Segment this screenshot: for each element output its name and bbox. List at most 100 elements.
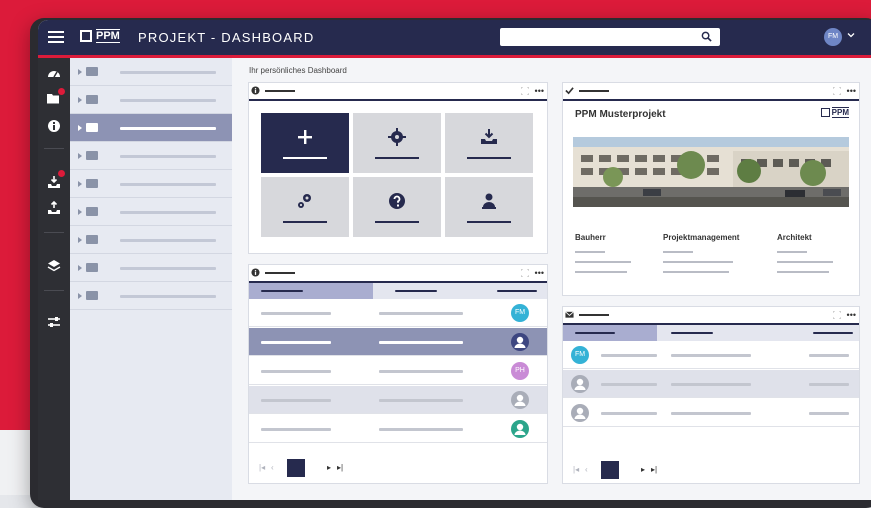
expand-icon[interactable]	[521, 269, 529, 277]
chevron-right-icon[interactable]	[78, 265, 82, 271]
table-row[interactable]	[563, 370, 859, 398]
prev-page-icon[interactable]: ‹	[585, 465, 588, 474]
chevron-right-icon[interactable]	[78, 293, 82, 299]
table-row[interactable]	[249, 386, 547, 414]
first-page-icon[interactable]: |◂	[573, 465, 579, 474]
column-header[interactable]	[249, 283, 373, 299]
expand-icon[interactable]	[833, 311, 841, 319]
column-header[interactable]	[563, 325, 657, 341]
more-icon[interactable]: •••	[847, 86, 856, 96]
chevron-right-icon[interactable]	[78, 181, 82, 187]
last-page-icon[interactable]: ▸|	[651, 465, 657, 474]
user-avatar-icon[interactable]	[511, 391, 529, 409]
current-page[interactable]	[287, 459, 305, 477]
pagination: |◂ ‹ ▸ ▸|	[563, 461, 859, 481]
tile-label	[375, 157, 419, 159]
pagination: |◂ ‹ ▸ ▸|	[249, 459, 547, 479]
app-screen: PPM PROJEKT - DASHBOARD FM Ihr persönlic…	[38, 20, 871, 500]
tile-add[interactable]	[261, 113, 349, 173]
last-page-icon[interactable]: ▸|	[337, 463, 343, 472]
first-page-icon[interactable]: |◂	[259, 463, 265, 472]
messages-table-widget: ••• FM |◂ ‹ ▸ ▸|	[562, 306, 860, 484]
table-cell	[379, 428, 463, 431]
tree-item-label	[120, 155, 216, 158]
next-page-icon[interactable]: ▸	[327, 463, 331, 472]
chevron-right-icon[interactable]	[78, 125, 82, 131]
widget-header: •••	[249, 265, 547, 283]
app-logo[interactable]: PPM	[80, 29, 120, 43]
info-icon[interactable]	[46, 118, 62, 134]
tree-item[interactable]	[70, 58, 232, 86]
tree-item[interactable]	[70, 170, 232, 198]
icon-separator	[44, 148, 64, 149]
tile-label	[283, 221, 327, 223]
prev-page-icon[interactable]: ‹	[271, 463, 274, 472]
column-header[interactable]	[373, 283, 547, 299]
table-cell	[809, 354, 849, 357]
project-tree	[70, 58, 232, 500]
avatar[interactable]: PH	[511, 362, 529, 380]
avatar[interactable]: FM	[511, 304, 529, 322]
info-line	[777, 271, 829, 273]
tile-users[interactable]	[445, 177, 533, 237]
contacts-table-widget: ••• FM PH |◂ ‹ ▸ ▸|	[248, 264, 548, 484]
next-page-icon[interactable]: ▸	[641, 465, 645, 474]
tile-download[interactable]	[445, 113, 533, 173]
logo-text: PPM	[831, 107, 849, 118]
layers-icon[interactable]	[46, 258, 62, 274]
chevron-right-icon[interactable]	[78, 237, 82, 243]
logo-mark	[80, 30, 92, 42]
tree-item[interactable]	[70, 226, 232, 254]
project-widget: ••• PPM Musterprojekt PPM Bauherr Projek…	[562, 82, 860, 296]
mail-icon	[565, 311, 574, 318]
tree-item[interactable]	[70, 86, 232, 114]
tile-settings[interactable]	[353, 113, 441, 173]
user-avatar-icon[interactable]	[511, 333, 529, 351]
gear-icon	[388, 128, 406, 146]
inbox-upload-icon[interactable]	[46, 200, 62, 216]
table-cell	[379, 312, 463, 315]
sliders-icon[interactable]	[46, 314, 62, 330]
table-row[interactable]: PH	[249, 357, 547, 385]
tree-item-label	[120, 71, 216, 74]
info-line	[777, 251, 807, 253]
table-cell	[601, 383, 657, 386]
chevron-right-icon[interactable]	[78, 97, 82, 103]
user-avatar-icon[interactable]	[571, 375, 589, 393]
search-icon[interactable]	[701, 31, 712, 42]
table-row[interactable]	[563, 399, 859, 427]
chevron-down-icon[interactable]	[847, 31, 855, 39]
project-logo: PPM	[820, 107, 849, 118]
chevron-right-icon[interactable]	[78, 69, 82, 75]
tree-item[interactable]	[70, 142, 232, 170]
table-row[interactable]: FM	[249, 299, 547, 327]
tree-item-active[interactable]	[70, 114, 232, 142]
tree-item[interactable]	[70, 254, 232, 282]
table-row[interactable]	[249, 415, 547, 443]
expand-icon[interactable]	[521, 87, 529, 95]
user-avatar-icon[interactable]	[511, 420, 529, 438]
dashboard-gauge-icon[interactable]	[46, 66, 62, 82]
current-page[interactable]	[601, 461, 619, 479]
tile-config[interactable]	[261, 177, 349, 237]
info-line	[663, 251, 693, 253]
tree-item[interactable]	[70, 198, 232, 226]
more-icon[interactable]: •••	[847, 310, 856, 320]
menu-icon[interactable]	[48, 31, 64, 43]
table-row[interactable]: FM	[563, 341, 859, 369]
tile-label	[467, 157, 511, 159]
table-row[interactable]	[249, 328, 547, 356]
more-icon[interactable]: •••	[535, 268, 544, 278]
user-avatar-icon[interactable]	[571, 404, 589, 422]
expand-icon[interactable]	[833, 87, 841, 95]
chevron-right-icon[interactable]	[78, 153, 82, 159]
column-header[interactable]	[657, 325, 859, 341]
avatar[interactable]: FM	[571, 346, 589, 364]
tile-help[interactable]	[353, 177, 441, 237]
user-avatar[interactable]: FM	[824, 28, 842, 46]
search-input[interactable]	[500, 28, 720, 46]
tree-item[interactable]	[70, 282, 232, 310]
more-icon[interactable]: •••	[535, 86, 544, 96]
chevron-right-icon[interactable]	[78, 209, 82, 215]
table-header	[249, 283, 547, 299]
